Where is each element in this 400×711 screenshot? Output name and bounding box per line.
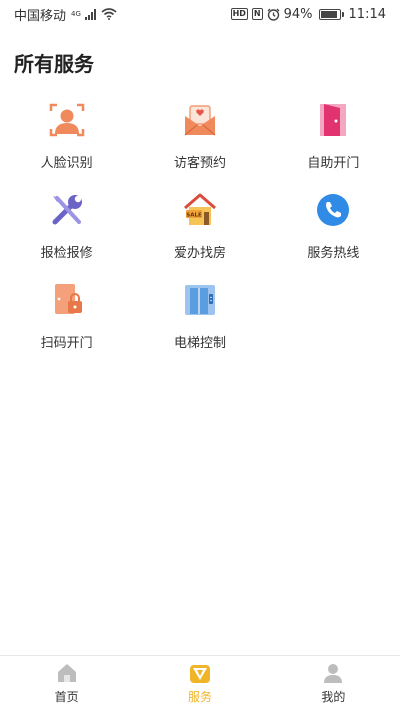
door-lock-icon <box>47 280 87 320</box>
tab-home[interactable]: 首页 <box>0 656 133 711</box>
services-row: 报检报修 SALE 爱办找房 服务热线 <box>0 186 400 276</box>
visitor-envelope-icon <box>180 100 220 140</box>
tools-icon <box>47 190 87 230</box>
tab-label: 我的 <box>321 690 346 704</box>
service-inspection-repair[interactable]: 报检报修 <box>0 186 133 276</box>
service-label: 爱办找房 <box>173 246 226 261</box>
service-label: 自助开门 <box>307 156 360 171</box>
service-scan-open-door[interactable]: 扫码开门 <box>0 276 133 366</box>
service-hotline[interactable]: 服务热线 <box>267 186 400 276</box>
service-icon <box>189 665 210 683</box>
battery-percent: 94% <box>283 6 313 22</box>
service-find-house[interactable]: SALE 爱办找房 <box>133 186 266 276</box>
service-label: 报检报修 <box>40 246 93 261</box>
service-visitor-appointment[interactable]: 访客预约 <box>133 96 266 186</box>
services-row: 人脸识别 访客预约 自助开门 <box>0 96 400 186</box>
service-elevator-control[interactable]: 电梯控制 <box>133 276 266 366</box>
service-face-recognition[interactable]: 人脸识别 <box>0 96 133 186</box>
signal-icon <box>84 8 96 20</box>
status-bar-right: HD N 94% 11:14 <box>230 6 386 22</box>
service-label: 访客预约 <box>173 156 226 171</box>
service-label: 电梯控制 <box>173 336 226 351</box>
service-label: 人脸识别 <box>40 156 93 171</box>
services-grid: 人脸识别 访客预约 自助开门 报检报修 SALE 爱办找房 服务热线 扫码开门 … <box>0 96 400 366</box>
svg-text:SALE: SALE <box>186 213 202 219</box>
house-sale-icon: SALE <box>180 190 220 230</box>
bottom-tab-bar: 首页 服务 我的 <box>0 655 400 711</box>
home-icon <box>57 664 76 682</box>
elevator-icon <box>180 280 220 320</box>
face-recognition-icon <box>47 100 87 140</box>
network-type: 4G <box>71 10 81 18</box>
page-title: 所有服务 <box>14 52 94 76</box>
wifi-icon <box>101 8 117 20</box>
door-icon <box>313 100 353 140</box>
services-row: 扫码开门 电梯控制 <box>0 276 400 366</box>
service-label: 扫码开门 <box>40 336 93 351</box>
nfc-icon: N <box>251 8 263 20</box>
battery-fill <box>320 10 338 18</box>
profile-icon <box>324 664 343 683</box>
service-self-open-door[interactable]: 自助开门 <box>267 96 400 186</box>
battery-icon <box>318 8 344 20</box>
tab-profile[interactable]: 我的 <box>267 656 400 711</box>
tab-label: 服务 <box>187 690 212 704</box>
service-label: 服务热线 <box>307 246 360 261</box>
hd-icon: HD <box>230 8 248 20</box>
clock: 11:14 <box>348 6 386 22</box>
status-bar-left: 中国移动 4G <box>14 5 117 24</box>
carrier-name: 中国移动 <box>14 8 67 24</box>
tab-label: 首页 <box>54 690 79 704</box>
status-bar: 中国移动 4G HD N 94% 11:14 <box>0 0 400 28</box>
tab-service[interactable]: 服务 <box>133 656 266 711</box>
phone-icon <box>313 190 353 230</box>
alarm-icon <box>267 8 280 21</box>
